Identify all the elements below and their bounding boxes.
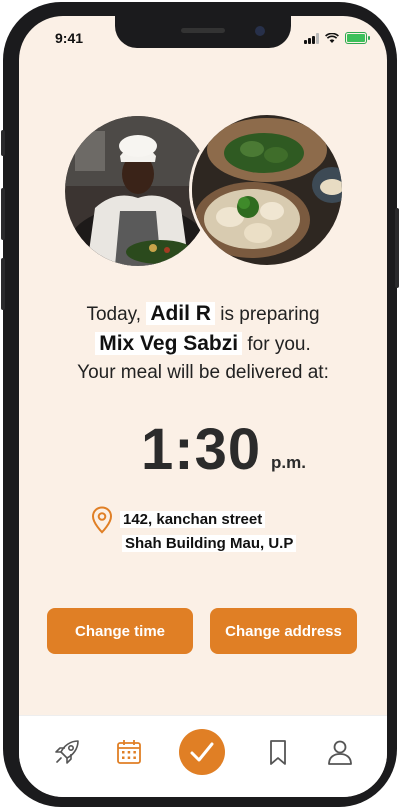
phone-frame: 9:41 Today, Adil R is preparing Mix Veg …: [1, 2, 399, 807]
delivery-time: 1:30: [141, 417, 262, 482]
app-screen: 9:41 Today, Adil R is preparing Mix Veg …: [19, 16, 387, 797]
cellular-signal-icon: [304, 32, 319, 44]
cook-name: Adil R: [146, 302, 215, 325]
status-time: 9:41: [55, 30, 84, 46]
address-line-2: Shah Building Mau, U.P: [122, 535, 297, 552]
message-middle: is preparing: [220, 304, 320, 325]
notch: [115, 16, 291, 48]
power-button: [395, 208, 399, 288]
status-icons: [304, 32, 370, 44]
dish-line: Mix Veg Sabzi for you.: [19, 332, 387, 356]
dish-name: Mix Veg Sabzi: [95, 332, 243, 355]
mute-switch: [1, 130, 5, 156]
user-icon: [328, 740, 352, 765]
nav-check[interactable]: [179, 729, 225, 775]
rocket-icon: [55, 740, 79, 764]
change-address-button[interactable]: Change address: [210, 608, 357, 654]
front-camera: [255, 26, 265, 36]
nav-bookmark[interactable]: [263, 737, 293, 767]
location-pin-icon: [91, 506, 113, 534]
nav-rocket[interactable]: [52, 737, 82, 767]
address-line-1: 142, kanchan street: [120, 511, 266, 528]
volume-down-button: [1, 258, 5, 310]
nav-calendar[interactable]: [114, 737, 144, 767]
calendar-icon: [117, 740, 141, 764]
bookmark-icon: [270, 740, 286, 765]
nav-profile[interactable]: [325, 737, 355, 767]
bottom-nav: [19, 715, 387, 797]
message-prefix: Today,: [86, 304, 142, 325]
cook-line: Today, Adil R is preparing: [19, 302, 387, 326]
message-suffix: for you.: [247, 334, 311, 355]
wifi-icon: [325, 32, 339, 43]
volume-up-button: [1, 188, 5, 240]
food-image: [189, 112, 345, 268]
speaker: [181, 28, 225, 33]
change-time-button[interactable]: Change time: [47, 608, 193, 654]
delivery-period: p.m.: [271, 453, 306, 472]
check-icon: [190, 742, 214, 762]
battery-icon: [345, 32, 370, 44]
delivery-line: Your meal will be delivered at:: [77, 362, 329, 383]
